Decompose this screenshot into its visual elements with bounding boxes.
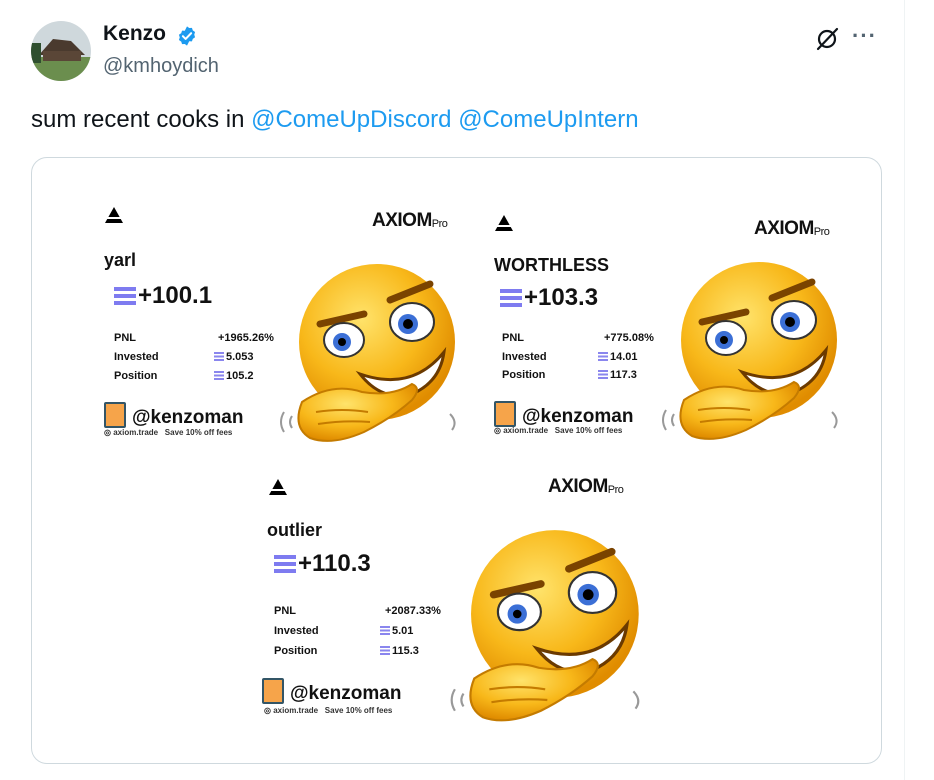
- stat-value-text: 5.053: [226, 351, 254, 363]
- user-avatar-icon: [104, 402, 126, 428]
- brand-name: AXIOM: [754, 218, 814, 239]
- user-handle: @kenzoman: [262, 678, 401, 705]
- user-handle: @kenzoman: [104, 402, 243, 429]
- mention-link[interactable]: @ComeUpIntern: [458, 106, 638, 133]
- avatar[interactable]: [31, 21, 91, 81]
- footer-site: axiom.trade: [113, 428, 159, 437]
- stat-label: Invested: [114, 351, 159, 363]
- tweet-text: sum recent cooks in @ComeUpDiscord @Come…: [31, 106, 639, 134]
- card-footer: ◎ axiom.trade Save 10% off fees: [264, 706, 393, 715]
- solana-icon: [114, 287, 136, 305]
- axiom-logo-icon: [105, 207, 123, 223]
- brand-name: AXIOM: [372, 210, 432, 231]
- user-handle: @kenzoman: [494, 401, 633, 428]
- solana-icon: [214, 352, 224, 361]
- stat-value-text: 117.3: [610, 369, 637, 381]
- solana-icon: [598, 370, 608, 379]
- smirk-emoji-icon: [442, 528, 657, 743]
- brand-sub: Pro: [813, 226, 830, 238]
- pnl-amount-value: +110.3: [298, 550, 371, 577]
- footer-promo: Save 10% off fees: [554, 426, 623, 435]
- stat-label: Position: [502, 369, 546, 381]
- brand-label: AXIOMPro: [372, 210, 448, 232]
- solana-icon: [274, 555, 296, 573]
- grok-icon[interactable]: [814, 26, 840, 52]
- pnl-amount-value: +100.1: [138, 282, 213, 309]
- author-handle[interactable]: @kmhoydich: [103, 55, 219, 78]
- pnl-amount: +100.1: [114, 282, 212, 310]
- stat-label: Position: [114, 370, 158, 382]
- stat-value: +2087.33%: [385, 605, 441, 617]
- stat-value: 105.2: [214, 370, 254, 382]
- more-icon[interactable]: ···: [852, 23, 877, 49]
- solana-icon: [500, 289, 522, 307]
- stat-label: PNL: [114, 332, 136, 344]
- stat-label: PNL: [502, 332, 524, 344]
- stat-label: PNL: [274, 605, 296, 617]
- author-name[interactable]: Kenzo: [103, 22, 166, 46]
- card-footer: ◎ axiom.trade Save 10% off fees: [494, 426, 623, 435]
- stat-label: Position: [274, 645, 318, 657]
- stat-label: Invested: [274, 625, 319, 637]
- pnl-amount-value: +103.3: [524, 284, 599, 311]
- brand-label: AXIOMPro: [548, 476, 624, 498]
- user-handle-text: @kenzoman: [290, 683, 402, 704]
- stat-value-text: 105.2: [226, 370, 254, 382]
- brand-sub: Pro: [431, 218, 448, 230]
- solana-icon: [380, 626, 390, 635]
- footer-promo: Save 10% off fees: [164, 428, 233, 437]
- user-handle-text: @kenzoman: [522, 406, 634, 427]
- user-avatar-icon: [494, 401, 516, 427]
- mention-link[interactable]: @ComeUpDiscord: [251, 106, 451, 133]
- stat-value: 5.01: [380, 625, 413, 637]
- smirk-emoji-icon: [272, 262, 472, 462]
- stat-value-text: 14.01: [610, 351, 638, 363]
- verified-badge-icon: [178, 26, 196, 46]
- token-name: outlier: [267, 520, 323, 540]
- stat-value-text: 115.3: [392, 645, 419, 657]
- tweet-body: sum recent cooks in: [31, 106, 252, 133]
- stat-value: 5.053: [214, 351, 254, 363]
- brand-label: AXIOMPro: [754, 218, 830, 240]
- smirk-emoji-icon: [654, 260, 854, 460]
- solana-icon: [598, 352, 608, 361]
- stat-value-text: 5.01: [392, 625, 414, 637]
- axiom-logo-icon: [495, 215, 513, 231]
- pnl-amount: +103.3: [500, 284, 598, 312]
- user-handle-text: @kenzoman: [132, 407, 244, 428]
- brand-sub: Pro: [607, 484, 624, 496]
- media-image[interactable]: AXIOMPro yarl +100.1 PNL +1965.26% Inves…: [31, 157, 882, 764]
- pnl-amount: +110.3: [274, 550, 371, 578]
- stat-value: 117.3: [598, 369, 637, 381]
- axiom-logo-icon: [269, 479, 287, 495]
- footer-site: axiom.trade: [503, 426, 549, 435]
- stat-label: Invested: [502, 351, 547, 363]
- token-name: yarl: [104, 250, 137, 270]
- user-avatar-icon: [262, 678, 284, 704]
- footer-promo: Save 10% off fees: [324, 706, 393, 715]
- card-footer: ◎ axiom.trade Save 10% off fees: [104, 428, 233, 437]
- solana-icon: [380, 646, 390, 655]
- stat-value: 115.3: [380, 645, 419, 657]
- stat-value: +775.08%: [604, 332, 654, 344]
- stat-value: 14.01: [598, 351, 638, 363]
- stat-value: +1965.26%: [218, 332, 274, 344]
- solana-icon: [214, 371, 224, 380]
- brand-name: AXIOM: [548, 476, 608, 497]
- tweet: Kenzo @kmhoydich ··· sum recent cooks in…: [0, 0, 905, 780]
- token-name: WORTHLESS: [494, 255, 609, 275]
- footer-site: axiom.trade: [273, 706, 319, 715]
